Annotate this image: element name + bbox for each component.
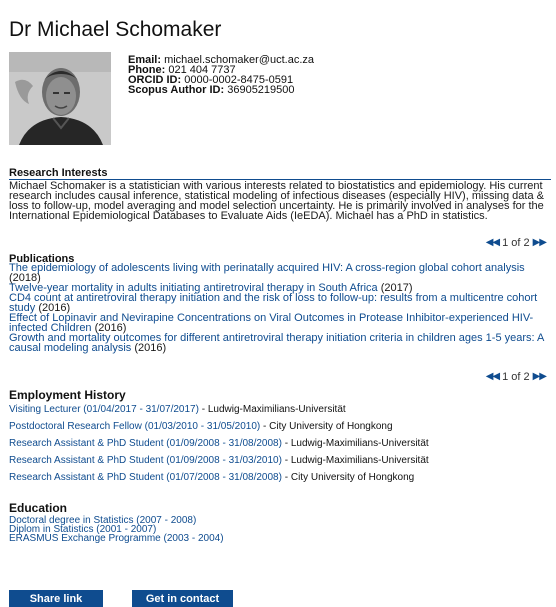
page-indicator: 1 of 2	[502, 237, 530, 249]
employment-item: Research Assistant & PhD Student (01/07/…	[9, 472, 415, 483]
next-page-icon[interactable]: ▶▶	[533, 237, 547, 249]
employment-role-link[interactable]: Visiting Lecturer (01/04/2017 - 31/07/20…	[9, 404, 199, 415]
page-indicator: 1 of 2	[502, 371, 530, 383]
publications-pager: ◀◀ 1 of 2 ▶▶	[486, 237, 547, 249]
employment-role-link[interactable]: Postdoctoral Research Fellow (01/03/2010…	[9, 421, 260, 432]
employment-item: Research Assistant & PhD Student (01/09/…	[9, 438, 429, 449]
publication-item: The epidemiology of adolescents living w…	[9, 262, 551, 284]
scopus-value: 36905219500	[227, 84, 295, 96]
contact-details: Email: michael.schomaker@uct.ac.za Phone…	[128, 55, 314, 96]
employment-item: Visiting Lecturer (01/04/2017 - 31/07/20…	[9, 404, 346, 415]
share-link-button[interactable]: Share link	[9, 590, 103, 607]
employment-org: Ludwig-Maximilians-Universität	[290, 455, 429, 466]
publication-item: CD4 count at antiretroviral therapy init…	[9, 292, 551, 314]
scopus-row: Scopus Author ID: 36905219500	[128, 84, 314, 96]
profile-photo	[9, 52, 111, 145]
publication-item: Growth and mortality outcomes for differ…	[9, 332, 551, 354]
publication-link[interactable]: The epidemiology of adolescents living w…	[9, 262, 525, 274]
publication-link[interactable]: CD4 count at antiretroviral therapy init…	[9, 292, 537, 314]
publication-item: Effect of Lopinavir and Nevirapine Conce…	[9, 312, 551, 334]
scopus-label: Scopus Author ID:	[128, 84, 225, 96]
employment-pager: ◀◀ 1 of 2 ▶▶	[486, 371, 547, 383]
research-text: Michael Schomaker is a statistician with…	[9, 180, 544, 222]
employment-role-link[interactable]: Research Assistant & PhD Student (01/09/…	[9, 438, 282, 449]
employment-item: Postdoctoral Research Fellow (01/03/2010…	[9, 421, 393, 432]
employment-org: Ludwig-Maximilians-Universität	[207, 404, 346, 415]
employment-item: Research Assistant & PhD Student (01/09/…	[9, 455, 429, 466]
education-item: ERASMUS Exchange Programme (2003 - 2004)	[9, 533, 224, 544]
first-page-icon[interactable]: ◀◀	[486, 237, 500, 249]
employment-list: Visiting Lecturer (01/04/2017 - 31/07/20…	[9, 405, 551, 490]
publication-link[interactable]: Growth and mortality outcomes for differ…	[9, 332, 544, 354]
next-page-icon[interactable]: ▶▶	[533, 371, 547, 383]
profile-name: Dr Michael Schomaker	[9, 18, 222, 41]
employment-history-title: Employment History	[9, 388, 126, 402]
publication-link[interactable]: Effect of Lopinavir and Nevirapine Conce…	[9, 312, 533, 334]
publication-year: (2016)	[134, 342, 167, 354]
employment-role-link[interactable]: Research Assistant & PhD Student (01/07/…	[9, 472, 282, 483]
first-page-icon[interactable]: ◀◀	[486, 371, 500, 383]
employment-org: City University of Hongkong	[290, 472, 415, 483]
employment-org: Ludwig-Maximilians-Universität	[290, 438, 429, 449]
research-interests-title: Research Interests	[9, 167, 108, 179]
get-in-contact-button[interactable]: Get in contact	[132, 590, 233, 607]
education-title: Education	[9, 501, 68, 515]
education-list: Doctoral degree in Statistics (2007 - 20…	[9, 516, 409, 544]
employment-org: City University of Hongkong	[269, 421, 393, 432]
publications-list: The epidemiology of adolescents living w…	[9, 262, 551, 354]
employment-role-link[interactable]: Research Assistant & PhD Student (01/09/…	[9, 455, 282, 466]
